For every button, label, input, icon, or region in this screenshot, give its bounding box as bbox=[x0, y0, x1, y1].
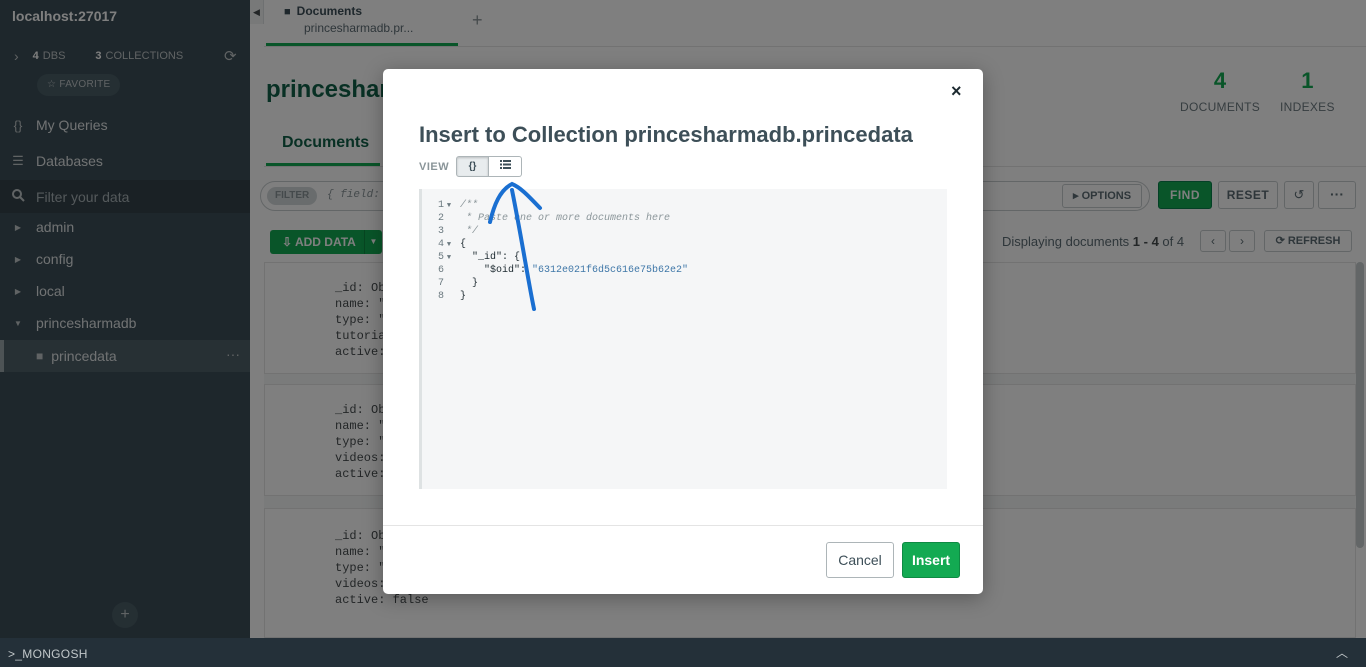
editor-line: 3 */ bbox=[437, 226, 479, 237]
json-editor[interactable]: 1 ▼ /** 2 * Paste one or more documents h… bbox=[419, 189, 947, 489]
editor-line: 7 } bbox=[437, 278, 479, 289]
editor-line: 1 ▼ /** bbox=[437, 200, 479, 211]
divider bbox=[383, 525, 983, 526]
list-view-button[interactable] bbox=[489, 156, 522, 177]
cancel-button[interactable]: Cancel bbox=[826, 542, 894, 578]
view-toggle: {} bbox=[456, 156, 522, 177]
close-icon[interactable]: × bbox=[951, 81, 962, 102]
editor-line: 8 } bbox=[437, 291, 467, 302]
modal-title: Insert to Collection princesharmadb.prin… bbox=[419, 122, 913, 147]
insert-button[interactable]: Insert bbox=[902, 542, 960, 578]
editor-line: 4 ▼ { bbox=[437, 239, 467, 250]
list-icon bbox=[499, 160, 511, 169]
json-view-button[interactable]: {} bbox=[456, 156, 489, 177]
mongosh-label: >_MONGOSH bbox=[8, 647, 88, 661]
mongosh-bar[interactable]: >_MONGOSH ︿ bbox=[0, 638, 1366, 667]
view-label: VIEW bbox=[419, 161, 450, 173]
editor-line: 5 ▼ "_id": { bbox=[437, 252, 521, 263]
editor-line: 2 * Paste one or more documents here bbox=[437, 213, 671, 224]
editor-line: 6 "$oid": "6312e021f6d5c616e75b62e2" bbox=[437, 265, 689, 276]
insert-document-modal: × Insert to Collection princesharmadb.pr… bbox=[383, 69, 983, 594]
chevron-up-icon[interactable]: ︿ bbox=[1336, 644, 1348, 661]
